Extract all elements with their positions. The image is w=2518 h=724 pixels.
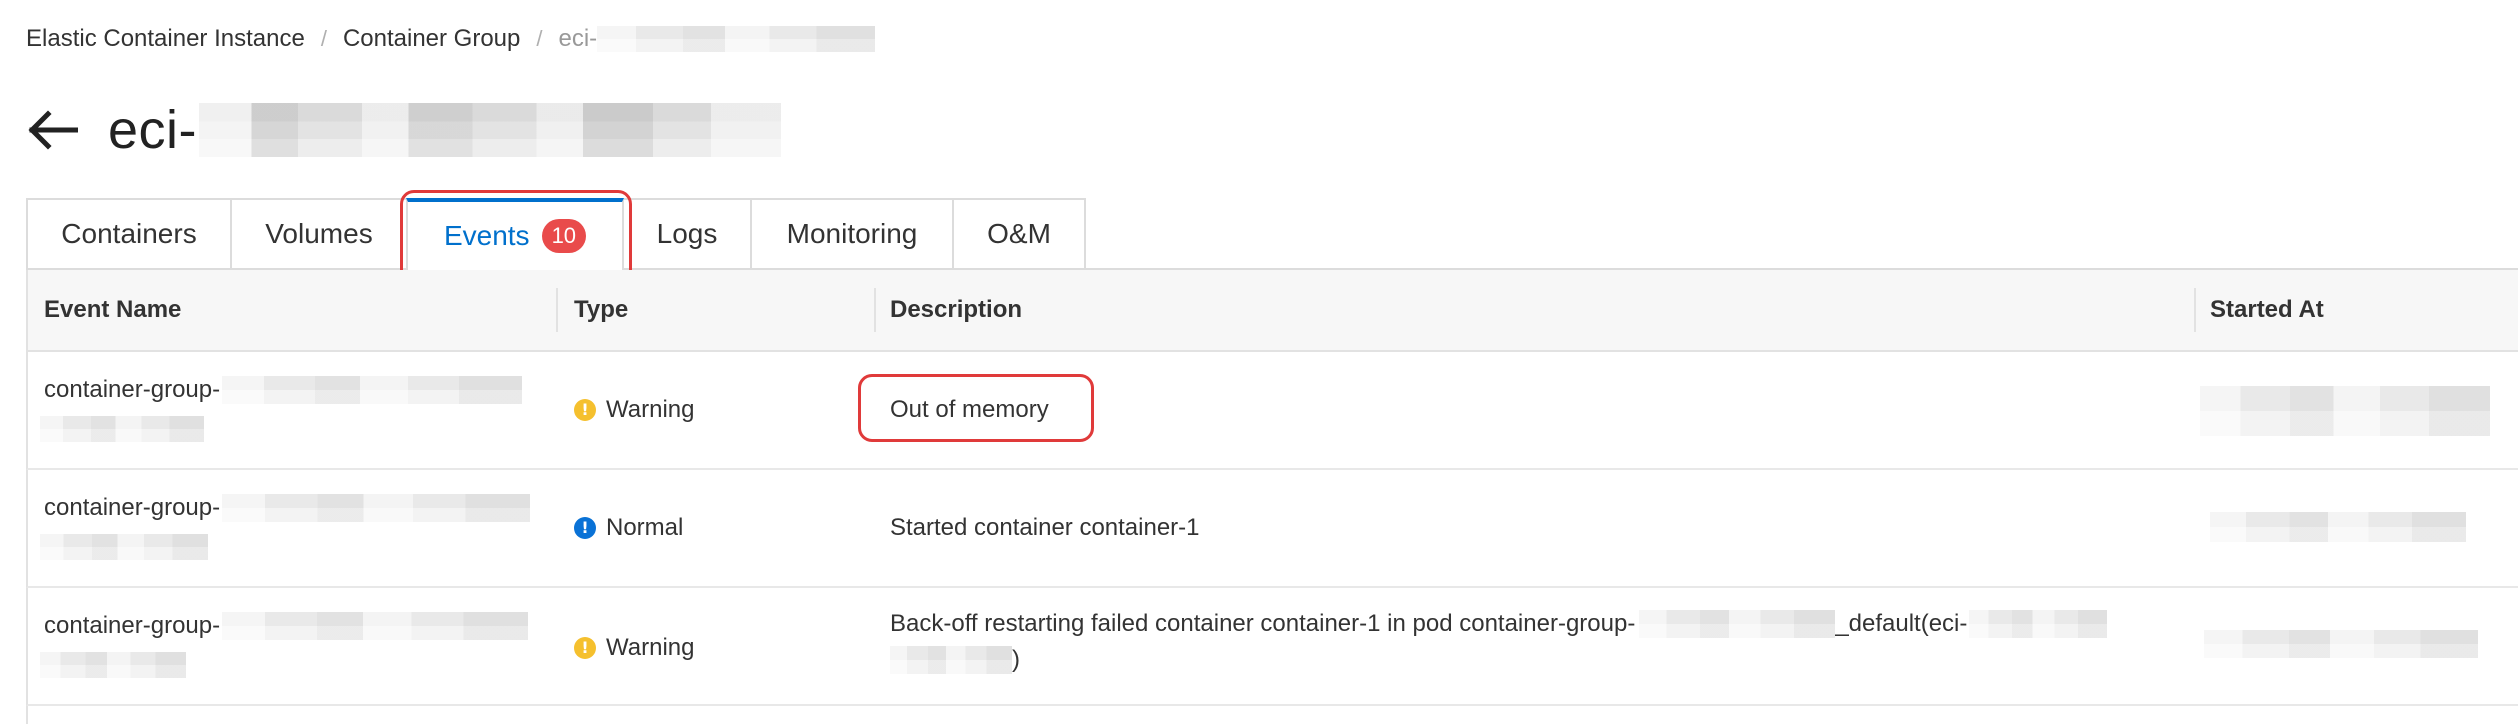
column-header-event-name[interactable]: Event Name <box>44 270 181 350</box>
event-name-cell: container-group- <box>40 608 529 680</box>
breadcrumb-item-current: eci- <box>558 25 598 52</box>
type-cell: ! Warning <box>574 392 694 428</box>
tab-logs[interactable]: Logs <box>622 198 752 268</box>
breadcrumb-separator: / <box>536 26 543 51</box>
table-row-partial <box>26 706 2518 724</box>
title-row: eci- <box>26 90 782 170</box>
tab-bar: Containers Volumes Events 10 Logs Monito… <box>26 198 1086 270</box>
tab-volumes[interactable]: Volumes <box>230 198 408 268</box>
column-header-started-at[interactable]: Started At <box>2210 270 2324 350</box>
column-divider <box>874 288 876 332</box>
started-at-redacted <box>2204 630 2478 658</box>
event-name-cell: container-group- <box>40 372 523 444</box>
back-arrow-icon[interactable] <box>26 110 78 150</box>
tab-label: Volumes <box>265 218 373 249</box>
event-name-redacted <box>222 612 529 640</box>
event-description: Out of memory <box>890 396 1049 423</box>
event-name: container-group- <box>44 376 221 403</box>
event-description: Back-off restarting failed container con… <box>890 610 1636 637</box>
column-header-type[interactable]: Type <box>574 270 628 350</box>
type-cell: ! Warning <box>574 630 694 666</box>
breadcrumb-item-container-group[interactable]: Container Group <box>343 22 520 56</box>
event-description-end: ) <box>1012 646 1020 673</box>
column-divider <box>556 288 558 332</box>
table-header: Event Name Type Description Started At <box>26 270 2518 352</box>
description-cell: Started container container-1 <box>890 510 1200 546</box>
event-name-redacted <box>222 376 523 404</box>
warning-icon: ! <box>574 637 596 659</box>
event-name-redacted <box>40 651 186 678</box>
event-type: Normal <box>606 514 684 541</box>
breadcrumb: Elastic Container Instance / Container G… <box>26 22 876 56</box>
tab-label: Monitoring <box>786 218 918 249</box>
eci-id-redacted <box>890 646 1012 674</box>
tab-label: Logs <box>656 218 718 249</box>
pod-name-redacted <box>1639 610 1836 638</box>
event-name-redacted <box>40 415 204 442</box>
tab-monitoring[interactable]: Monitoring <box>750 198 954 268</box>
table-row: container-group- ! Warning Back-off rest… <box>26 588 2518 706</box>
description-cell: Back-off restarting failed container con… <box>890 606 2190 678</box>
page-title: eci- <box>108 100 198 160</box>
started-at-redacted <box>2210 512 2466 542</box>
breadcrumb-redacted-id <box>597 26 876 52</box>
event-name-cell: container-group- <box>40 490 531 562</box>
tab-om[interactable]: O&M <box>952 198 1086 268</box>
event-name: container-group- <box>44 612 221 639</box>
title-redacted-id <box>199 103 782 157</box>
eci-id-redacted <box>1969 610 2108 638</box>
info-icon: ! <box>574 517 596 539</box>
event-description-mid: _default(eci- <box>1835 610 1968 637</box>
warning-icon: ! <box>574 399 596 421</box>
column-header-description[interactable]: Description <box>890 270 1022 350</box>
event-name: container-group- <box>44 494 221 521</box>
tab-label: Events <box>443 220 530 251</box>
breadcrumb-separator: / <box>320 26 327 51</box>
tab-label: Containers <box>61 218 197 249</box>
type-cell: ! Normal <box>574 510 683 546</box>
tab-containers[interactable]: Containers <box>26 198 232 268</box>
event-type: Warning <box>606 634 695 661</box>
tab-events[interactable]: Events 10 <box>406 198 624 270</box>
events-count-badge: 10 <box>541 219 587 253</box>
events-table: Event Name Type Description Started At c… <box>26 270 2518 724</box>
description-cell: Out of memory <box>890 392 1049 428</box>
tab-label: O&M <box>987 218 1051 249</box>
event-description: Started container container-1 <box>890 514 1200 541</box>
table-row: container-group- ! Normal Started contai… <box>26 470 2518 588</box>
event-name-redacted <box>222 494 531 522</box>
event-type: Warning <box>606 396 695 423</box>
breadcrumb-item-eci[interactable]: Elastic Container Instance <box>26 22 305 56</box>
table-row: container-group- ! Warning Out of memory <box>26 352 2518 470</box>
event-name-redacted <box>40 533 208 560</box>
started-at-redacted <box>2200 386 2490 436</box>
column-divider <box>2194 288 2196 332</box>
page: Elastic Container Instance / Container G… <box>0 0 2518 724</box>
